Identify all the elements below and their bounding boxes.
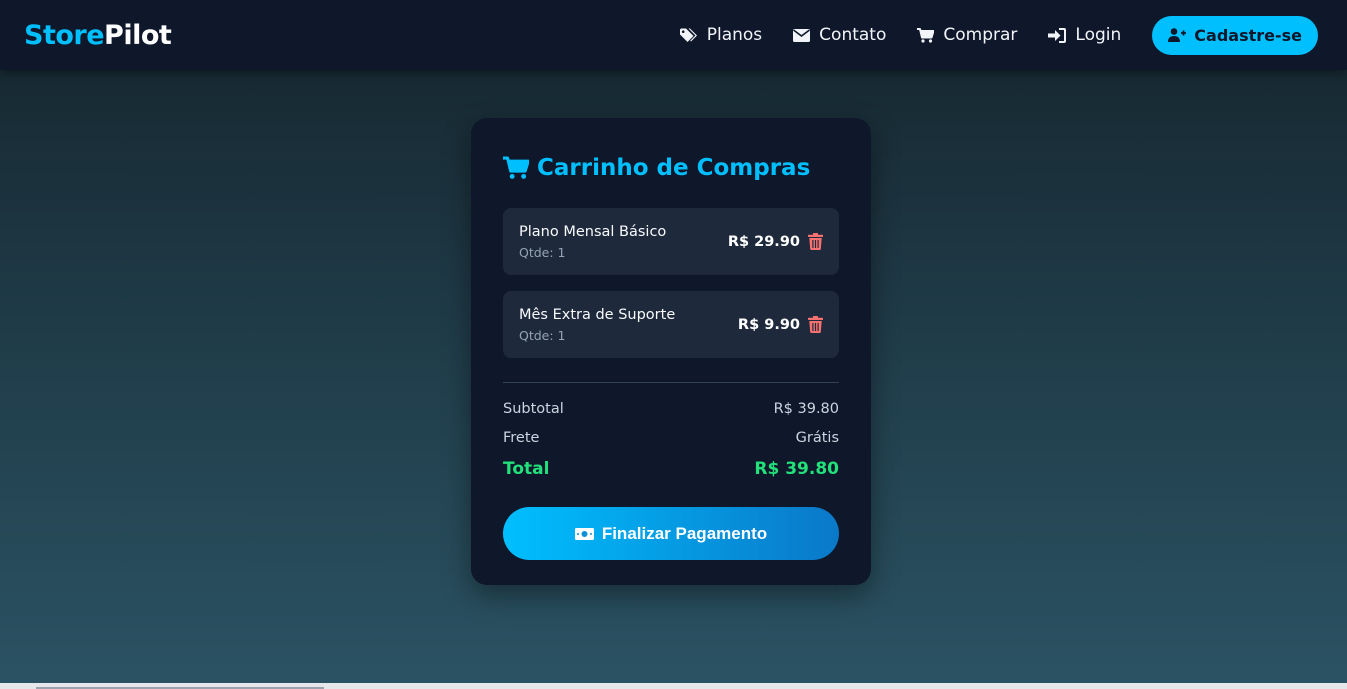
trash-icon (808, 316, 823, 333)
nav-link-label: Comprar (943, 25, 1018, 45)
money-bill-icon (574, 527, 594, 540)
cart-item-name: Plano Mensal Básico (519, 223, 667, 240)
nav-link-label: Planos (706, 25, 763, 45)
checkout-button-label: Finalizar Pagamento (601, 523, 768, 543)
cart-item-price: R$ 9.90 (737, 316, 800, 333)
total-label: Total (503, 459, 550, 479)
delete-item-button[interactable] (808, 233, 823, 250)
subtotal-label: Subtotal (503, 400, 564, 417)
nav-link-contato[interactable]: Contato (793, 25, 886, 45)
total-value: R$ 39.80 (754, 459, 839, 479)
subtotal-value: R$ 39.80 (773, 400, 839, 417)
sign-in-icon (1048, 27, 1067, 43)
cart-item-qty: Qtde: 1 (519, 327, 566, 343)
cart-item-name: Mês Extra de Suporte (519, 306, 676, 323)
cart-title: Carrinho de Compras (503, 152, 839, 184)
summary-divider (503, 382, 839, 383)
checkout-button[interactable]: Finalizar Pagamento (503, 507, 839, 560)
brand-logo[interactable]: StorePilot (24, 19, 172, 51)
envelope-icon (793, 28, 811, 42)
delete-item-button[interactable] (808, 316, 823, 333)
brand-part-store: Store (24, 19, 105, 51)
signup-button-label: Cadastre-se (1194, 25, 1302, 45)
cart-item-actions: R$ 29.90 (728, 233, 823, 250)
cart-title-text: Carrinho de Compras (537, 155, 811, 181)
cart-card: Carrinho de Compras Plano Mensal Básico … (471, 118, 871, 585)
nav-link-label: Login (1075, 25, 1122, 45)
nav-link-label: Contato (819, 25, 887, 45)
nav-link-planos[interactable]: Planos (679, 25, 763, 45)
brand-part-pilot: Pilot (104, 19, 172, 51)
cart-icon (503, 156, 529, 179)
tags-icon (679, 28, 697, 42)
nav-link-comprar[interactable]: Comprar (917, 25, 1017, 45)
cart-item-price: R$ 29.90 (727, 233, 800, 250)
nav-link-login[interactable]: Login (1048, 25, 1121, 45)
cart-item-info: Mês Extra de Suporte Qtde: 1 (519, 307, 675, 343)
user-plus-icon (1168, 28, 1187, 42)
signup-button[interactable]: Cadastre-se (1152, 15, 1318, 55)
cart-item-info: Plano Mensal Básico Qtde: 1 (519, 224, 666, 260)
cart-icon (917, 27, 935, 43)
cart-item: Plano Mensal Básico Qtde: 1 R$ 29.90 (503, 208, 839, 275)
shipping-label: Frete (503, 429, 540, 446)
shipping-row: Frete Grátis (503, 423, 839, 452)
subtotal-row: Subtotal R$ 39.80 (503, 394, 839, 423)
trash-icon (808, 233, 823, 250)
cart-item: Mês Extra de Suporte Qtde: 1 R$ 9.90 (503, 291, 839, 358)
navbar: StorePilot Planos Contato Comprar Login … (0, 0, 1347, 70)
cart-item-qty: Qtde: 1 (519, 244, 566, 260)
shipping-value: Grátis (795, 429, 839, 446)
total-row: Total R$ 39.80 (503, 452, 839, 486)
cart-item-actions: R$ 9.90 (738, 316, 823, 333)
nav-links: Planos Contato Comprar Login Cadastre-se (649, 15, 1318, 55)
